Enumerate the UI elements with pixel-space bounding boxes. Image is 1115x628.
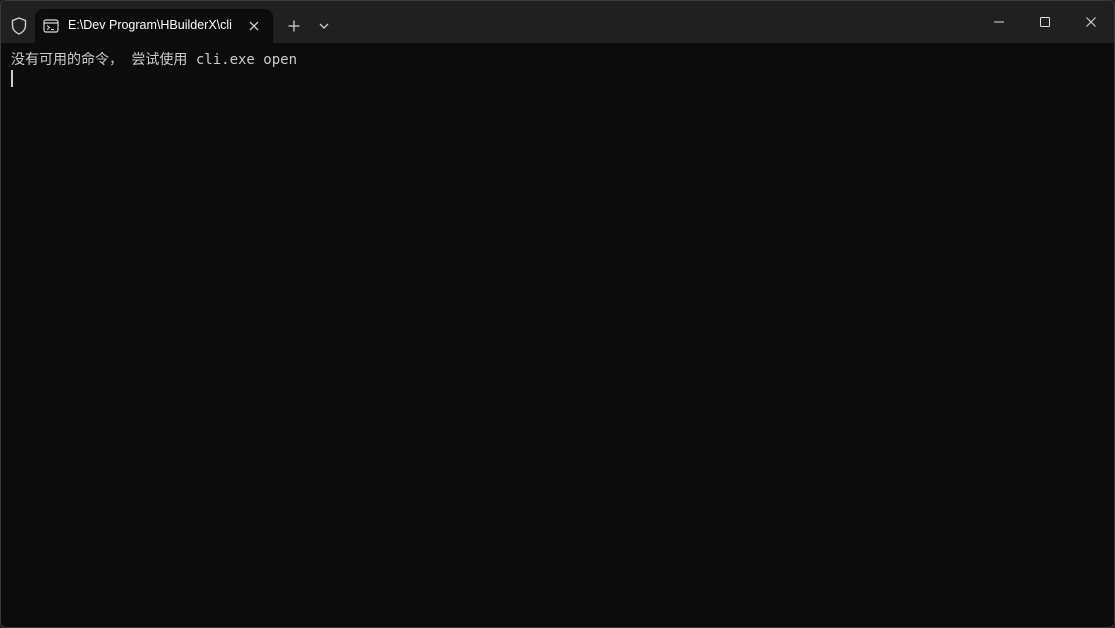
terminal-output[interactable]: 没有可用的命令， 尝试使用 cli.exe open [1, 43, 1114, 627]
close-tab-icon[interactable] [244, 16, 264, 36]
terminal-icon [43, 18, 59, 34]
maximize-icon[interactable] [1022, 1, 1068, 43]
minimize-icon[interactable] [976, 1, 1022, 43]
title-bar[interactable]: E:\Dev Program\HBuilderX\cli [1, 1, 1114, 43]
shield-icon[interactable] [9, 15, 29, 37]
tab-active[interactable]: E:\Dev Program\HBuilderX\cli [35, 9, 273, 43]
terminal-window: E:\Dev Program\HBuilderX\cli 没有可用的命令， 尝试… [0, 0, 1115, 628]
output-line: 没有可用的命令， 尝试使用 cli.exe open [11, 52, 298, 68]
tab-title: E:\Dev Program\HBuilderX\cli [68, 18, 232, 32]
text-cursor [11, 70, 13, 87]
chevron-down-icon[interactable] [312, 14, 336, 38]
close-window-icon[interactable] [1068, 1, 1114, 43]
new-tab-icon[interactable] [282, 14, 306, 38]
